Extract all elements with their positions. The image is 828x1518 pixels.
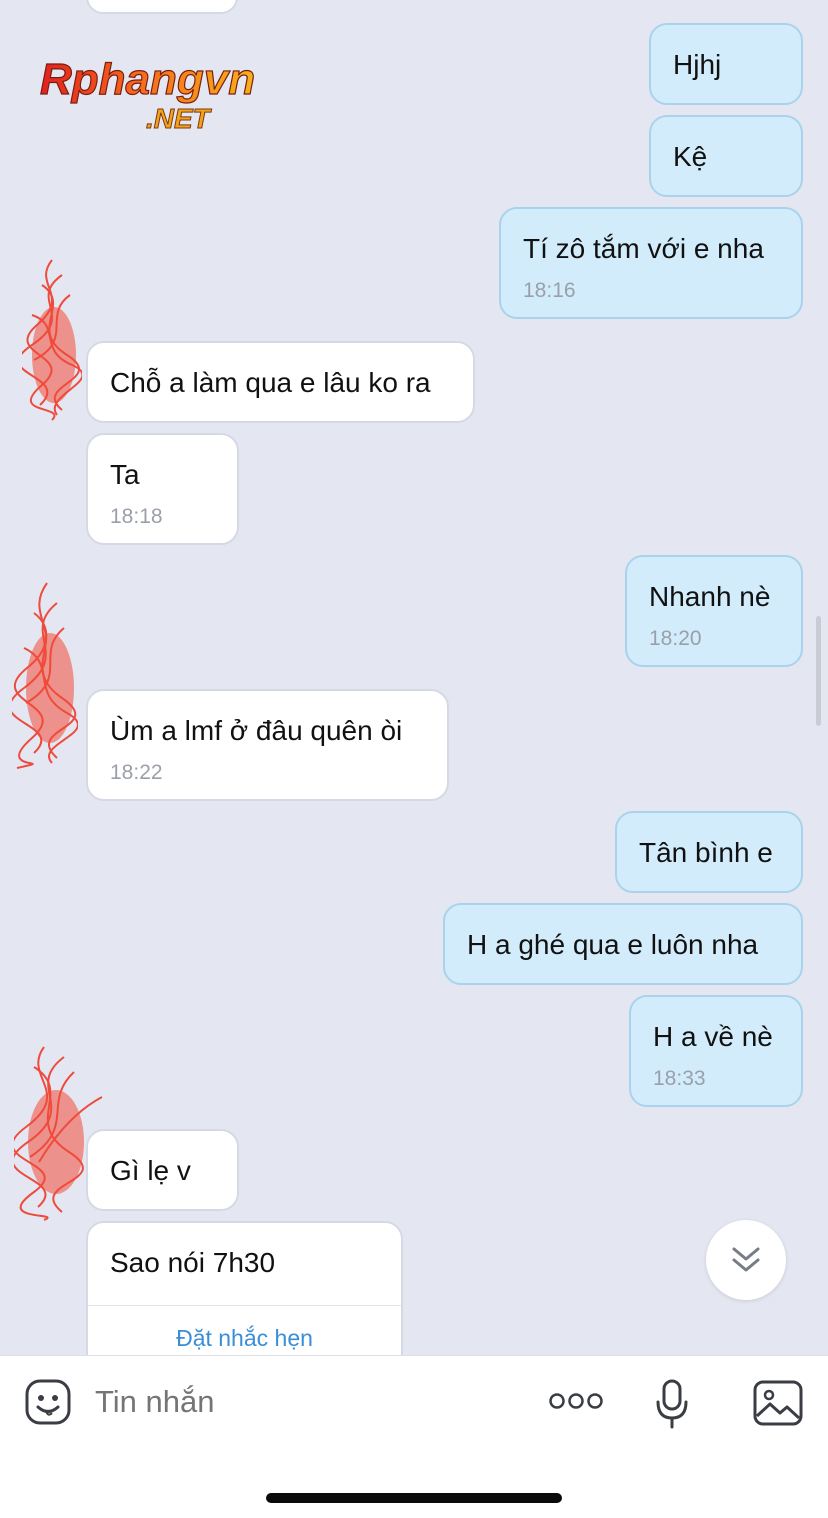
message-time: 18:22 [110,761,163,784]
message-bubble-outgoing[interactable]: Kệ [649,115,803,197]
set-reminder-link[interactable]: Đặt nhắc hẹn [88,1327,401,1350]
message-bubble-outgoing[interactable]: Nhanh nè 18:20 [625,555,803,667]
message-time: 18:20 [649,627,702,650]
message-time: 18:18 [110,505,163,528]
watermark-domain: .NET [146,103,213,134]
message-bubble-incoming[interactable]: Chỗ a làm qua e lâu ko ra [86,341,475,423]
message-text: Ùm a lmf ở đâu quên òi [110,715,403,746]
message-bubble-outgoing[interactable]: Hjhj [649,23,803,105]
message-time: 18:16 [523,279,576,302]
scroll-to-bottom-button[interactable] [706,1220,786,1300]
image-icon[interactable] [753,1380,803,1426]
double-chevron-down-icon [732,1247,760,1272]
composer-bar [0,1355,828,1518]
message-bubble-incoming[interactable]: Ùm a lmf ở đâu quên òi 18:22 [86,689,449,801]
message-text: Hjhj [673,49,722,80]
scrollbar[interactable] [816,616,821,726]
more-icon[interactable] [549,1391,603,1411]
message-text: H a về nè [653,1021,773,1052]
watermark-logo: Rphangvn .NET [39,56,255,135]
message-bubble-outgoing[interactable]: H a ghé qua e luôn nha [443,903,803,985]
message-text: Gì lẹ v [110,1155,191,1186]
message-bubble-incoming[interactable]: Gì lẹ v [86,1129,239,1211]
message-text: Ta [110,459,140,490]
message-text: Tân bình e [639,837,773,868]
message-bubble-partial [86,0,238,14]
watermark-name: Rphangvn [40,56,255,104]
home-indicator [266,1493,562,1503]
message-text: Nhanh nè [649,581,771,612]
message-time: 18:33 [653,1067,706,1090]
contact-avatar[interactable] [12,578,78,773]
message-text: H a ghé qua e luôn nha [467,929,759,960]
message-text: Kệ [673,141,708,172]
message-bubble-outgoing[interactable]: Tí zô tắm với e nha 18:16 [499,207,803,319]
emoji-icon[interactable] [24,1378,72,1426]
message-bubble-outgoing[interactable]: Tân bình e [615,811,803,893]
divider [88,1305,401,1306]
message-bubble-incoming[interactable]: Sao nói 7h30 Đặt nhắc hẹn [86,1221,403,1355]
message-text: Sao nói 7h30 [110,1247,276,1278]
message-bubble-incoming[interactable]: Ta 18:18 [86,433,239,545]
message-bubble-outgoing[interactable]: H a về nè 18:33 [629,995,803,1107]
message-input[interactable] [95,1384,455,1420]
message-text: Tí zô tắm với e nha [523,233,764,264]
contact-avatar[interactable] [22,255,82,425]
message-text: Chỗ a làm qua e lâu ko ra [110,367,431,398]
conversation-area: Rphangvn .NET Hjhj Kệ Tí zô tắm với e nh… [0,0,828,1355]
microphone-icon[interactable] [655,1378,689,1430]
